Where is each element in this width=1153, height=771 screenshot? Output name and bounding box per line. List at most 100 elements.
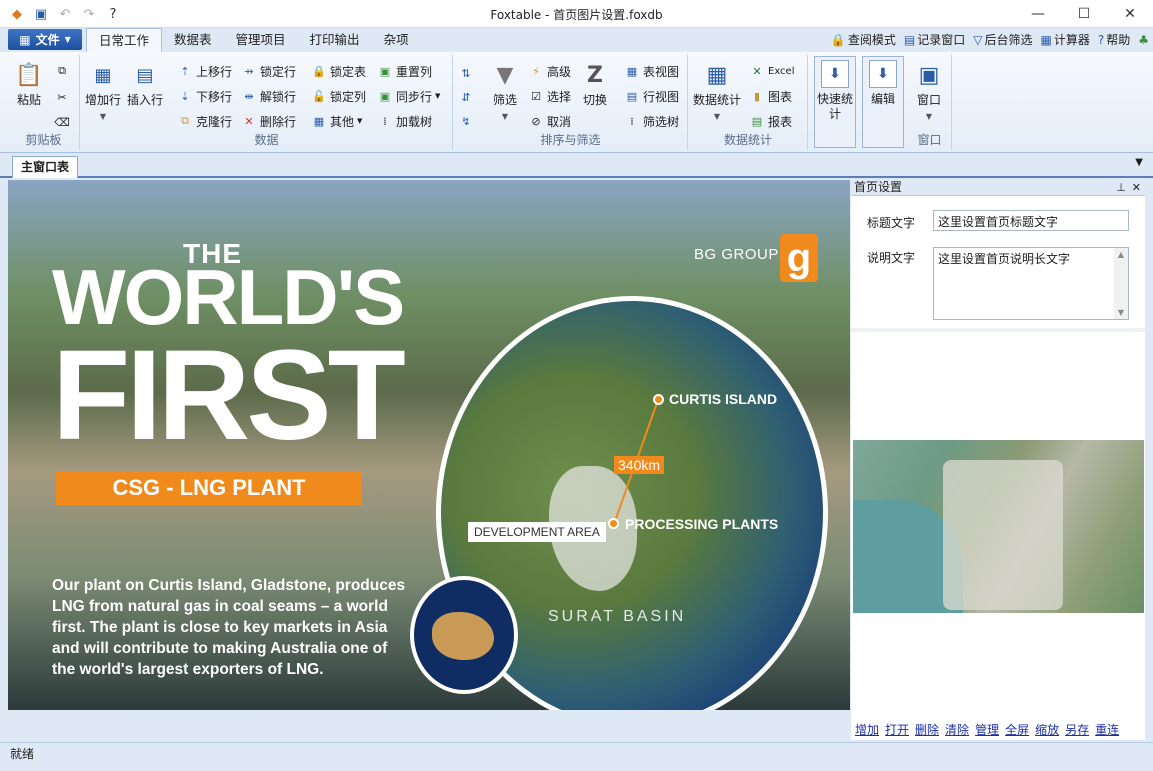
advanced-filter-button[interactable]: ⚡ 高级 [528, 61, 571, 81]
table-icon: ▦ [313, 114, 325, 128]
window-button[interactable]: ▣ 窗口 ▼ [914, 59, 944, 122]
data-stats-button[interactable]: ▦ 数据统计 ▼ [693, 59, 741, 122]
move-row-down-button[interactable]: ⇣ 下移行 [177, 86, 232, 106]
lock-table-button[interactable]: 🔒 锁定表 [311, 61, 366, 81]
tab-data-table[interactable]: 数据表 [162, 28, 224, 52]
arrow-down-icon: ⬇ [821, 60, 849, 88]
desc-text-label: 说明文字 [867, 251, 916, 265]
textarea-scrollbar[interactable]: ▲ ▼ [1114, 248, 1128, 319]
zoom-link[interactable]: 缩放 [1035, 721, 1059, 738]
tab-main-window-table[interactable]: 主窗口表 [12, 156, 79, 178]
excel-button[interactable]: ✕ Excel [749, 61, 794, 81]
sort-descending-button[interactable]: ⇵ [458, 87, 474, 107]
status-text: 就绪 [10, 747, 35, 761]
add-row-button[interactable]: ▦ 增加行 ▼ [85, 59, 121, 122]
paste-button[interactable]: 📋 粘贴 [14, 59, 44, 108]
save-as-link[interactable]: 另存 [1065, 721, 1089, 738]
record-window-button[interactable]: ▤ 记录窗口 [904, 31, 965, 48]
aerial-photo [853, 440, 1144, 613]
distance-label: 340km [614, 456, 665, 474]
reset-column-button[interactable]: ▣ 重置列 [377, 61, 432, 81]
filter-tree-button[interactable]: ⁞ 筛选树 [624, 111, 679, 131]
ribbon-tab-row: ▦ 文件 ▼ 日常工作 数据表 管理项目 打印输出 杂项 🔒 查阅模式 ▤ 记录窗口… [0, 28, 1153, 52]
chevron-down-icon: ▼ [501, 112, 509, 121]
open-link[interactable]: 打开 [885, 721, 909, 738]
load-tree-button[interactable]: ⁞ 加载树 [377, 111, 432, 131]
group-sort-filter: ⇅ ⇵ ↯ ▼ 筛选 ▼ ⚡ 高级 ☑ 选择 ⊘ 取消 Z 切换 ▦ 表视图 ▤ 行视图 … [454, 55, 688, 150]
document-tab-strip: 主窗口表 ▼ [0, 153, 1153, 178]
edit-button[interactable]: ⬇ 编辑 [862, 56, 904, 148]
insert-row-button[interactable]: ▤ 插入行 [127, 59, 163, 108]
table-view-button[interactable]: ▦ 表视图 [624, 61, 679, 81]
unlock-row-button[interactable]: ⇹ 解锁行 [241, 86, 296, 106]
cancel-filter-button[interactable]: ⊘ 取消 [528, 111, 571, 131]
home-settings-panel: 首页设置 ⊥ ✕ 标题文字 这里设置首页标题文字 说明文字 这里设置首页说明长文… [851, 180, 1145, 740]
panel-header: 首页设置 ⊥ ✕ [851, 180, 1145, 196]
chevron-down-icon: ▼ [925, 112, 933, 121]
pin-icon[interactable]: ⊥ [1116, 180, 1126, 195]
help-button[interactable]: ? 帮助 [1098, 31, 1130, 48]
fullscreen-link[interactable]: 全屏 [1005, 721, 1029, 738]
filter-button[interactable]: ▼ 筛选 ▼ [490, 59, 520, 122]
quick-stats-button[interactable]: ⬇ 快速统计 [814, 56, 856, 148]
close-icon[interactable]: ✕ [1132, 180, 1141, 195]
tab-daily-work[interactable]: 日常工作 [86, 28, 163, 52]
sort-ascending-button[interactable]: ⇅ [458, 63, 474, 83]
format-painter-button[interactable]: ⌫ [54, 112, 70, 132]
background-filter-button[interactable]: ▽ 后台筛选 [973, 31, 1032, 48]
maximize-button[interactable]: ☐ [1061, 0, 1107, 28]
clear-link[interactable]: 清除 [945, 721, 969, 738]
tab-misc[interactable]: 杂项 [372, 28, 421, 52]
chevron-down-icon[interactable]: ▼ [1135, 157, 1143, 168]
tab-print-output[interactable]: 打印输出 [298, 28, 372, 52]
sync-row-button[interactable]: ▣ 同步行 ▼ [377, 86, 441, 106]
close-button[interactable]: ✕ [1107, 0, 1153, 28]
sort-ascending-icon: ⇅ [461, 66, 471, 80]
reconnect-link[interactable]: 重连 [1095, 721, 1119, 738]
lock-column-icon: 🔓 [312, 89, 326, 103]
file-menu-button[interactable]: ▦ 文件 ▼ [8, 29, 82, 50]
browse-mode-button[interactable]: 🔒 查阅模式 [831, 31, 896, 48]
calculator-button[interactable]: ▦ 计算器 [1040, 31, 1089, 48]
excel-icon: ✕ [752, 64, 762, 78]
scroll-down-icon[interactable]: ▼ [1118, 308, 1124, 317]
scroll-up-icon[interactable]: ▲ [1118, 250, 1124, 259]
desc-text-area[interactable]: 这里设置首页说明长文字 ▲ ▼ [933, 247, 1129, 320]
select-icon: ☑ [531, 89, 541, 103]
minimize-button[interactable]: — [1015, 0, 1061, 28]
add-link[interactable]: 增加 [855, 721, 879, 738]
tree-icon: ⁞ [383, 114, 387, 128]
menu-icon: ▦ [19, 32, 31, 47]
arrow-down-icon: ⬇ [869, 60, 897, 88]
clone-row-button[interactable]: ⧉ 克隆行 [177, 111, 232, 131]
lock-column-button[interactable]: 🔓 锁定列 [311, 86, 366, 106]
people-icon[interactable]: ♣ [1138, 31, 1149, 48]
reset-column-icon: ▣ [379, 64, 391, 78]
move-row-up-button[interactable]: ⇡ 上移行 [177, 61, 232, 81]
group-data-stats: ▦ 数据统计 ▼ ✕ Excel ▮ 图表 ▤ 报表 数据统计 [689, 55, 808, 150]
group-data: ▦ 增加行 ▼ ▤ 插入行 ⇡ 上移行 ⇸ 锁定行 🔒 锁定表 ▣ 重置列 ⇣ 下移行 ⇹… [81, 55, 453, 150]
report-button[interactable]: ▤ 报表 [749, 111, 792, 131]
switch-icon: Z [587, 62, 603, 88]
switch-button[interactable]: Z 切换 [580, 59, 610, 108]
lock-row-button[interactable]: ⇸ 锁定行 [241, 61, 296, 81]
row-view-button[interactable]: ▤ 行视图 [624, 86, 679, 106]
tab-manage-project[interactable]: 管理项目 [224, 28, 298, 52]
select-button[interactable]: ☑ 选择 [528, 86, 571, 106]
chevron-down-icon: ▼ [713, 112, 721, 121]
other-button[interactable]: ▦ 其他 ▼ [311, 111, 363, 131]
cut-button[interactable]: ✂ [54, 87, 70, 107]
delete-link[interactable]: 删除 [915, 721, 939, 738]
chart-button[interactable]: ▮ 图表 [749, 86, 792, 106]
manage-link[interactable]: 管理 [975, 721, 999, 738]
sort-custom-button[interactable]: ↯ [458, 111, 474, 131]
eraser-icon: ⌫ [54, 115, 70, 129]
filter-tree-icon: ⁞ [630, 114, 634, 128]
australia-inset [410, 576, 518, 694]
clone-row-icon: ⧉ [181, 114, 189, 127]
panel-title: 首页设置 [854, 180, 903, 194]
delete-row-button[interactable]: ✕ 删除行 [241, 111, 296, 131]
copy-button[interactable]: ⧉ [54, 61, 70, 81]
advanced-icon: ⚡ [532, 64, 540, 78]
title-text-input[interactable]: 这里设置首页标题文字 [933, 210, 1129, 231]
